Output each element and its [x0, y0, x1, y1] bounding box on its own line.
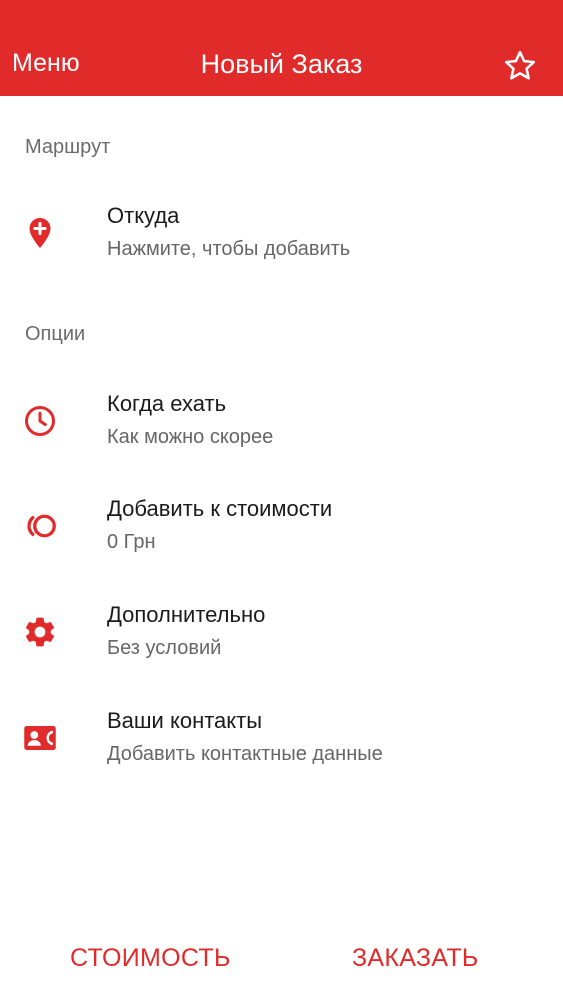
option-contacts-subtitle: Добавить контактные данные [107, 743, 383, 765]
cost-button[interactable]: СТОИМОСТЬ [70, 938, 231, 978]
option-extra-item[interactable]: Дополнительно Без условий [0, 586, 563, 678]
route-from-subtitle: Нажмите, чтобы добавить [107, 238, 351, 260]
option-extra-title: Дополнительно [107, 602, 266, 627]
add-location-pin-icon [29, 218, 51, 248]
option-when-item[interactable]: Когда ехать Как можно скорее [0, 375, 563, 467]
menu-button[interactable]: Меню [12, 48, 80, 78]
route-from-item[interactable]: Откуда Нажмите, чтобы добавить [0, 187, 563, 279]
option-add-cost-item[interactable]: Добавить к стоимости 0 Грн [0, 480, 563, 572]
option-contacts-title: Ваши контакты [107, 708, 263, 733]
option-add-cost-title: Добавить к стоимости [107, 496, 333, 521]
option-extra-subtitle: Без условий [107, 637, 222, 659]
option-when-subtitle: Как можно скорее [107, 426, 274, 448]
route-from-title: Откуда [107, 203, 180, 228]
gear-icon [25, 617, 55, 647]
new-order-screen: Меню Новый Заказ Маршрут Откуда Нажмите,… [0, 0, 563, 1000]
app-bar: Меню Новый Заказ [0, 0, 563, 96]
order-button[interactable]: ЗАКАЗАТЬ [352, 938, 479, 978]
page-title: Новый Заказ [200, 49, 363, 79]
option-contacts-item[interactable]: Ваши контакты Добавить контактные данные [0, 692, 563, 784]
coins-icon [27, 514, 56, 538]
option-when-title: Когда ехать [107, 391, 227, 416]
contact-card-icon [24, 726, 56, 750]
clock-icon [25, 406, 55, 436]
star-outline-icon[interactable] [502, 48, 538, 84]
option-add-cost-subtitle: 0 Грн [107, 531, 156, 553]
options-section-label: Опции [25, 323, 86, 345]
route-section-label: Маршрут [25, 136, 111, 158]
